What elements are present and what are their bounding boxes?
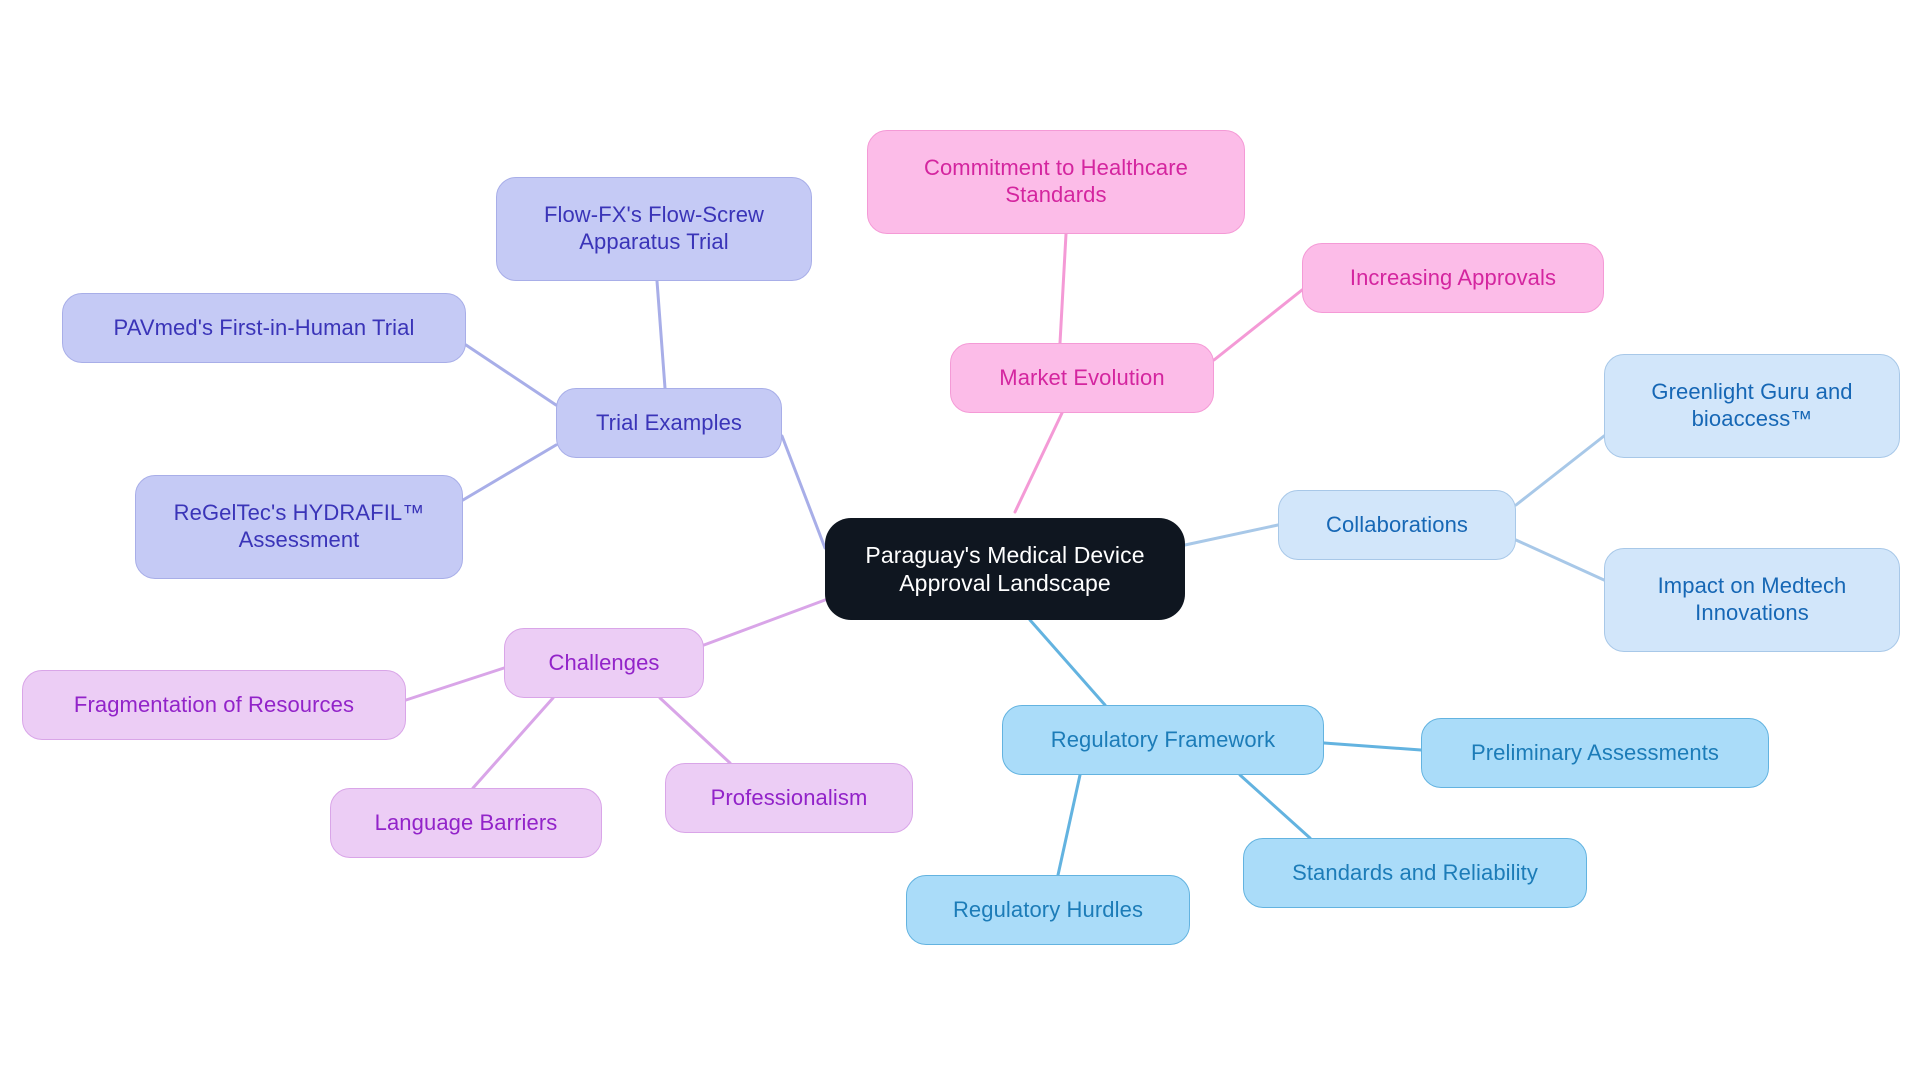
node-market-evolution[interactable]: Market Evolution	[950, 343, 1214, 413]
edge-regulatory-framework-standards	[1238, 773, 1312, 840]
edge-collaborations-medtech-impact	[1514, 538, 1606, 582]
edge-challenges-language	[471, 696, 555, 790]
mindmap-canvas: Paraguay's Medical Device Approval Lands…	[0, 0, 1920, 1083]
edge-collaborations-greenlight	[1514, 434, 1606, 507]
node-increasing-approvals[interactable]: Increasing Approvals	[1302, 243, 1604, 313]
edge-root-collaborations	[1183, 523, 1280, 547]
node-professionalism[interactable]: Professionalism	[665, 763, 913, 833]
node-preliminary-assessments[interactable]: Preliminary Assessments	[1421, 718, 1769, 788]
edge-challenges-professionalism	[658, 696, 732, 765]
edge-root-challenges	[702, 598, 827, 647]
edge-root-regulatory-framework	[1028, 618, 1107, 707]
edge-root-market-evolution	[1013, 411, 1064, 514]
node-language-barriers[interactable]: Language Barriers	[330, 788, 602, 858]
node-regulatory-framework[interactable]: Regulatory Framework	[1002, 705, 1324, 775]
node-commitment-to-healthcare-standards[interactable]: Commitment to Healthcare Standards	[867, 130, 1245, 234]
edge-regulatory-framework-hurdles	[1056, 773, 1082, 877]
node-collaborations[interactable]: Collaborations	[1278, 490, 1516, 560]
node-flow-fx-flow-screw-apparatus-trial[interactable]: Flow-FX's Flow-Screw Apparatus Trial	[496, 177, 812, 281]
edge-regulatory-framework-preliminary	[1322, 741, 1423, 752]
node-regeltec-hydrafil-assessment[interactable]: ReGelTec's HYDRAFIL™ Assessment	[135, 475, 463, 579]
edge-trial-examples-pavmed	[464, 343, 558, 407]
edge-market-evolution-commitment	[1058, 232, 1068, 345]
edge-market-evolution-increasing-approvals	[1212, 288, 1304, 362]
node-fragmentation-of-resources[interactable]: Fragmentation of Resources	[22, 670, 406, 740]
node-regulatory-hurdles[interactable]: Regulatory Hurdles	[906, 875, 1190, 945]
node-trial-examples[interactable]: Trial Examples	[556, 388, 782, 458]
node-pavmed-first-in-human-trial[interactable]: PAVmed's First-in-Human Trial	[62, 293, 466, 363]
edge-trial-examples-regeltec	[461, 443, 558, 502]
node-standards-and-reliability[interactable]: Standards and Reliability	[1243, 838, 1587, 908]
edge-trial-examples-flow-fx	[655, 279, 667, 390]
node-challenges[interactable]: Challenges	[504, 628, 704, 698]
node-impact-on-medtech-innovations[interactable]: Impact on Medtech Innovations	[1604, 548, 1900, 652]
root-node-paraguay-medical-device-approval-landscape[interactable]: Paraguay's Medical Device Approval Lands…	[825, 518, 1185, 620]
edge-challenges-fragmentation	[404, 666, 506, 702]
edge-root-trial-examples	[780, 434, 827, 550]
node-greenlight-guru-and-bioaccess[interactable]: Greenlight Guru and bioaccess™	[1604, 354, 1900, 458]
